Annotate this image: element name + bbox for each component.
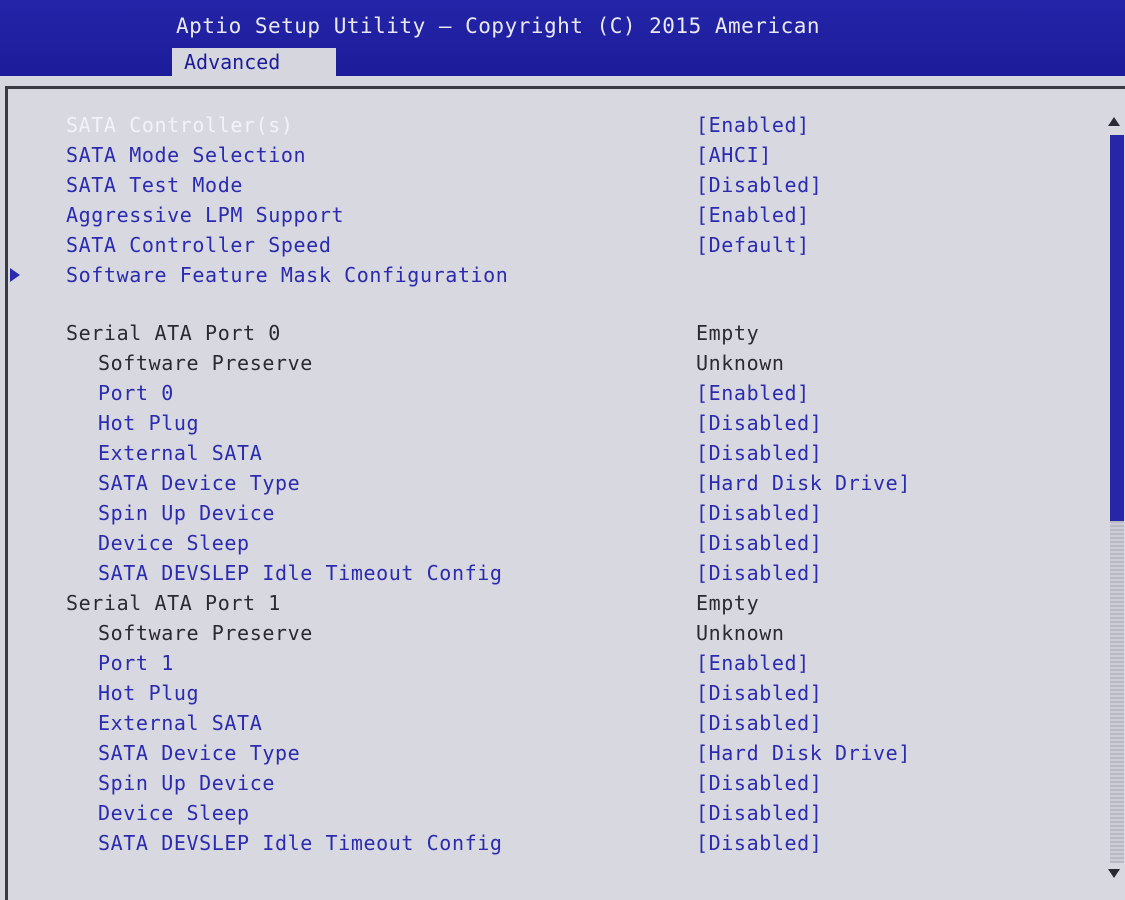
- setting-label: Serial ATA Port 1: [66, 591, 281, 615]
- scrollbar[interactable]: [1105, 117, 1125, 878]
- setting-label: SATA Mode Selection: [66, 143, 307, 167]
- bios-screen: Aptio Setup Utility – Copyright (C) 2015…: [0, 0, 1125, 900]
- submenu-arrow-icon: [10, 268, 20, 282]
- setting-row[interactable]: External SATA [Disabled]: [8, 441, 1108, 471]
- setting-row[interactable]: Aggressive LPM Support [Enabled]: [8, 203, 1108, 233]
- setting-value[interactable]: [Disabled]: [696, 681, 822, 705]
- setting-value[interactable]: [Disabled]: [696, 531, 822, 555]
- setting-value[interactable]: [Disabled]: [696, 441, 822, 465]
- setting-label: Software Feature Mask Configuration: [66, 263, 509, 287]
- setting-row[interactable]: Port 1 [Enabled]: [8, 651, 1108, 681]
- setting-label: SATA Controller(s): [66, 113, 294, 137]
- setting-label: SATA Test Mode: [66, 173, 243, 197]
- setting-label: Software Preserve: [98, 351, 313, 375]
- scroll-up-arrow-icon[interactable]: [1108, 117, 1120, 126]
- setting-label: Serial ATA Port 0: [66, 321, 281, 345]
- setting-value[interactable]: [Hard Disk Drive]: [696, 741, 911, 765]
- setting-label: External SATA: [98, 711, 263, 735]
- setting-row[interactable]: Software Feature Mask Configuration: [8, 263, 1108, 293]
- setting-value: Unknown: [696, 351, 785, 375]
- setting-row[interactable]: Hot Plug [Disabled]: [8, 681, 1108, 711]
- setting-label: Port 1: [98, 651, 174, 675]
- setting-label: Port 0: [98, 381, 174, 405]
- tab-advanced[interactable]: Advanced: [172, 48, 336, 76]
- setting-label: SATA Controller Speed: [66, 233, 332, 257]
- setting-value[interactable]: [Disabled]: [696, 711, 822, 735]
- setting-row[interactable]: SATA DEVSLEP Idle Timeout Config [Disable…: [8, 831, 1108, 861]
- setting-row[interactable]: Device Sleep [Disabled]: [8, 531, 1108, 561]
- scroll-thumb[interactable]: [1110, 135, 1124, 521]
- setting-value[interactable]: [Disabled]: [696, 411, 822, 435]
- setting-row[interactable]: SATA Mode Selection [AHCI]: [8, 143, 1108, 173]
- setting-row: Software Preserve Unknown: [8, 621, 1108, 651]
- setting-value[interactable]: [Enabled]: [696, 651, 810, 675]
- setting-label: Device Sleep: [98, 801, 250, 825]
- setting-value: Unknown: [696, 621, 785, 645]
- setting-row[interactable]: Port 0 [Enabled]: [8, 381, 1108, 411]
- setting-label: Hot Plug: [98, 411, 200, 435]
- setting-value[interactable]: [Hard Disk Drive]: [696, 471, 911, 495]
- setting-row[interactable]: Spin Up Device [Disabled]: [8, 771, 1108, 801]
- header-bar: Aptio Setup Utility – Copyright (C) 2015…: [0, 0, 1125, 76]
- setting-label: External SATA: [98, 441, 263, 465]
- setting-row[interactable]: SATA Controller Speed [Default]: [8, 233, 1108, 263]
- setting-value[interactable]: [Enabled]: [696, 113, 810, 137]
- setting-label: Hot Plug: [98, 681, 200, 705]
- setting-row: Software Preserve Unknown: [8, 351, 1108, 381]
- setting-label: SATA Device Type: [98, 741, 301, 765]
- setting-row: Serial ATA Port 0 Empty: [8, 321, 1108, 351]
- setting-row[interactable]: SATA Device Type [Hard Disk Drive]: [8, 741, 1108, 771]
- setting-row[interactable]: SATA Controller(s) [Enabled]: [8, 113, 1108, 143]
- settings-panel: SATA Controller(s) [Enabled] SATA Mode Sel…: [5, 86, 1125, 900]
- setting-row[interactable]: SATA Device Type [Hard Disk Drive]: [8, 471, 1108, 501]
- setting-row[interactable]: Spin Up Device [Disabled]: [8, 501, 1108, 531]
- setting-row[interactable]: External SATA [Disabled]: [8, 711, 1108, 741]
- setting-label: SATA Device Type: [98, 471, 301, 495]
- scroll-down-arrow-icon[interactable]: [1108, 869, 1120, 878]
- setting-row[interactable]: Device Sleep [Disabled]: [8, 801, 1108, 831]
- setting-value[interactable]: [Disabled]: [696, 771, 822, 795]
- setting-value[interactable]: [Disabled]: [696, 561, 822, 585]
- setting-value[interactable]: [Disabled]: [696, 801, 822, 825]
- setting-value[interactable]: [Disabled]: [696, 173, 822, 197]
- window-title: Aptio Setup Utility – Copyright (C) 2015…: [176, 14, 821, 38]
- setting-row: Serial ATA Port 1 Empty: [8, 591, 1108, 621]
- setting-label: Spin Up Device: [98, 501, 275, 525]
- setting-value[interactable]: [Disabled]: [696, 831, 822, 855]
- setting-label: Device Sleep: [98, 531, 250, 555]
- setting-row[interactable]: Hot Plug [Disabled]: [8, 411, 1108, 441]
- setting-value[interactable]: [Enabled]: [696, 381, 810, 405]
- setting-label: Aggressive LPM Support: [66, 203, 345, 227]
- setting-row[interactable]: SATA DEVSLEP Idle Timeout Config [Disable…: [8, 561, 1108, 591]
- setting-label: SATA DEVSLEP Idle Timeout Config: [98, 831, 503, 855]
- setting-value: Empty: [696, 321, 760, 345]
- setting-label: Spin Up Device: [98, 771, 275, 795]
- setting-label: SATA DEVSLEP Idle Timeout Config: [98, 561, 503, 585]
- setting-row[interactable]: SATA Test Mode [Disabled]: [8, 173, 1108, 203]
- setting-value[interactable]: [Enabled]: [696, 203, 810, 227]
- setting-value[interactable]: [Disabled]: [696, 501, 822, 525]
- setting-label: Software Preserve: [98, 621, 313, 645]
- setting-value[interactable]: [Default]: [696, 233, 810, 257]
- setting-value[interactable]: [AHCI]: [696, 143, 772, 167]
- setting-value: Empty: [696, 591, 760, 615]
